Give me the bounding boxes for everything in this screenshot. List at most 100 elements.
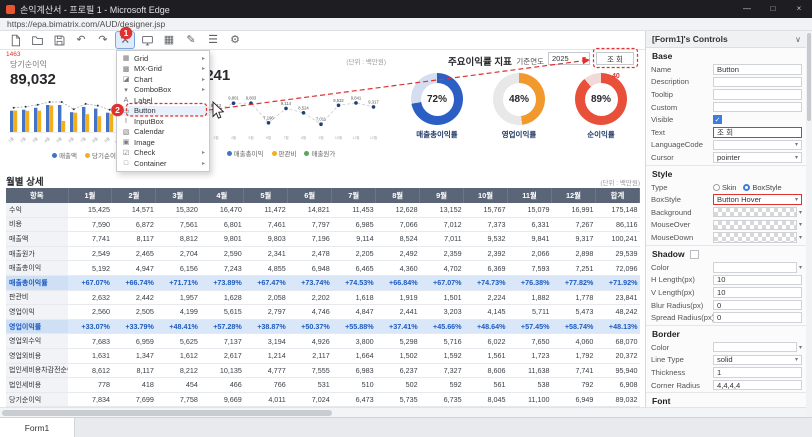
prop-color-color-swatch[interactable] (713, 262, 797, 273)
label-icon: A (121, 97, 131, 104)
menu-item-button[interactable]: ▭Button (117, 106, 209, 117)
prop-row-description: Description (646, 76, 807, 89)
horizontal-scrollbar[interactable] (0, 407, 807, 417)
menu-item-image[interactable]: ▣Image (117, 137, 209, 148)
collapse-chevron-icon[interactable]: ∨ (795, 35, 801, 44)
svg-text:3월: 3월 (31, 136, 39, 144)
prop-name-input[interactable]: Button (713, 64, 802, 75)
menu-item-grid[interactable]: ▦Grid▸ (117, 53, 209, 64)
prop-languagecode-select[interactable]: ▾ (713, 140, 802, 151)
tab-form1[interactable]: Form1 (0, 418, 75, 437)
main-toolbar: ↶↷⚒ ▦✎☰⚙ (0, 31, 645, 50)
prop-row-type: TypeSkinBoxStyle (646, 181, 807, 194)
search-button[interactable]: 조 회 (596, 52, 634, 65)
open-folder-icon[interactable] (28, 32, 46, 48)
prop-cursor-select[interactable]: pointer▾ (713, 152, 802, 163)
new-document-icon[interactable] (6, 32, 24, 48)
minimize-button[interactable]: — (734, 0, 760, 18)
prop-mouseover-color-swatch[interactable] (713, 220, 797, 231)
menu-item-combobox[interactable]: ▾ComboBox▸ (117, 85, 209, 96)
panel-scrollbar-thumb[interactable] (807, 33, 811, 121)
prop-row-v-length-px: V Length(px)10 (646, 286, 807, 299)
save-icon[interactable] (50, 32, 68, 48)
prop-visible-checkbox[interactable]: ✓ (713, 115, 722, 124)
url-bar[interactable]: https://epa.bimatrix.com/AUD/designer.js… (0, 18, 812, 31)
settings-gear-icon[interactable]: ⚙ (226, 32, 244, 48)
prop-row-h-length-px: H Length(px)10 (646, 274, 807, 287)
menu-item-container[interactable]: □Container▸ (117, 158, 209, 169)
prop-row-cursor: Cursorpointer▾ (646, 151, 807, 164)
section-border: BorderColor▾Line Typesolid▾Thickness1Cor… (646, 326, 807, 393)
prop-custom-input[interactable] (713, 102, 802, 113)
table-row: 매출총이익5,1924,9476,1567,2434,8556,9486,465… (6, 261, 640, 276)
section-title-base: Base (646, 48, 807, 63)
submenu-arrow-icon: ▸ (202, 86, 205, 93)
prop-v-length-px-input[interactable]: 10 (713, 287, 802, 298)
svg-text:6월: 6월 (266, 135, 271, 140)
properties-panel-header[interactable]: [Form1]'s Controls ∨ (646, 31, 807, 48)
prop-row-background: Background▾ (646, 206, 807, 219)
redo-icon[interactable]: ↷ (94, 32, 112, 48)
svg-text:5월: 5월 (248, 135, 253, 140)
col-header: 6월 (288, 188, 332, 203)
panel-scrollbar[interactable] (806, 31, 812, 417)
menu-item-inputbox[interactable]: IInputBox (117, 116, 209, 127)
svg-text:8월: 8월 (91, 136, 99, 144)
col-header: 12월 (551, 188, 595, 203)
database-list-icon[interactable]: ☰ (204, 32, 222, 48)
svg-text:5월: 5월 (55, 136, 63, 144)
undo-icon[interactable]: ↶ (72, 32, 90, 48)
donut-label: 영업이익률 (481, 129, 557, 140)
prop-thickness-input[interactable]: 1 (713, 367, 802, 378)
svg-text:2월: 2월 (19, 136, 27, 144)
donut-ring: 72% (411, 73, 463, 125)
prop-boxstyle-select[interactable]: Button Hover▾ (713, 194, 802, 205)
prop-line-type-select[interactable]: solid▾ (713, 355, 802, 366)
svg-text:8,524: 8,524 (298, 105, 309, 110)
prop-row-thickness: Thickness1 (646, 366, 807, 379)
menu-item-mx-grid[interactable]: ▩MX-Grid▸ (117, 64, 209, 75)
prop-text-input[interactable]: 조 회 (713, 127, 802, 138)
prop-h-length-px-input[interactable]: 10 (713, 275, 802, 286)
maximize-button[interactable]: □ (760, 0, 786, 18)
prop-spread-radius-px-input[interactable]: 0 (713, 312, 802, 323)
submenu-arrow-icon: ▸ (202, 76, 205, 83)
layout-grid-icon[interactable]: ▦ (160, 32, 178, 48)
col-header: 5월 (244, 188, 288, 203)
profit-ratio-card: 주요이익률 지표 기준연도 2025 ▾ 조 회 72%매출총이익률48%영업이… (396, 50, 642, 168)
toolbox-icon[interactable]: ⚒ (116, 32, 134, 48)
close-button[interactable]: × (786, 0, 812, 18)
svg-text:9,532: 9,532 (333, 98, 344, 103)
prop-background-color-swatch[interactable] (713, 207, 797, 218)
col-header: 9월 (420, 188, 464, 203)
menu-item-calendar[interactable]: ▧Calendar (117, 127, 209, 138)
donut-label: 순이익률 (563, 129, 639, 140)
prop-tooltip-input[interactable] (713, 89, 802, 100)
svg-text:1월: 1월 (7, 136, 15, 144)
prop-mousedown-color-swatch[interactable] (713, 232, 797, 243)
preview-monitor-icon[interactable] (138, 32, 156, 48)
col-header: 8월 (376, 188, 420, 203)
prop-color-color-swatch[interactable] (713, 342, 797, 353)
prop-row-mousedown: MouseDown▾ (646, 231, 807, 244)
base-year-select[interactable]: 2025 ▾ (548, 52, 590, 65)
radio-skin[interactable]: Skin (713, 183, 736, 192)
menu-item-chart[interactable]: ◪Chart▸ (117, 74, 209, 85)
radio-boxstyle[interactable]: BoxStyle (743, 183, 781, 192)
chevron-down-icon: ▾ (799, 221, 802, 228)
menu-item-check[interactable]: ☑Check▸ (117, 148, 209, 159)
prop-corner-radius-input[interactable]: 4,4,4,4 (713, 380, 802, 391)
legend-item: 매출원가 (304, 148, 335, 158)
prop-description-input[interactable] (713, 77, 802, 88)
window-titlebar: 손익계산서 - 프로필 1 - Microsoft Edge — □ × (0, 0, 812, 18)
svg-text:9,803: 9,803 (246, 96, 257, 101)
prop-row-name: NameButton (646, 63, 807, 76)
section-checkbox[interactable] (690, 250, 699, 259)
horizontal-scrollbar-thumb[interactable] (2, 410, 332, 416)
prop-blur-radius-px-input[interactable]: 0 (713, 300, 802, 311)
edit-pencil-icon[interactable]: ✎ (182, 32, 200, 48)
donut-ring: 89% (575, 73, 627, 125)
menu-item-label[interactable]: ALabel (117, 95, 209, 106)
table-row: 당기순이익7,8347,6997,7589,6694,0117,0246,473… (6, 392, 640, 407)
col-header: 10월 (464, 188, 508, 203)
